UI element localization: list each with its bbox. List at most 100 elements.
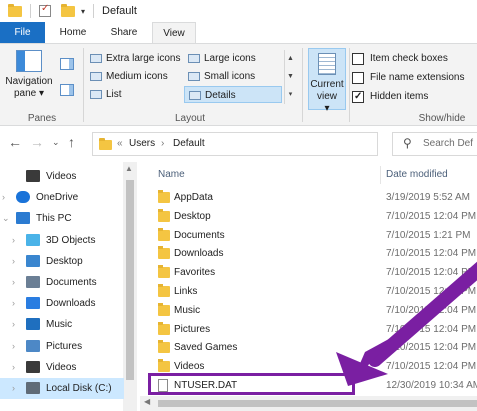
- file-name-extensions-checkbox[interactable]: [352, 72, 364, 84]
- nav-item[interactable]: › Desktop: [0, 251, 124, 272]
- nav-item[interactable]: › Music: [0, 314, 124, 335]
- file-row[interactable]: Desktop 7/10/2015 12:04 PM: [140, 207, 477, 226]
- nav-item[interactable]: › Local Disk (C:): [0, 378, 124, 399]
- nav-scrollbar[interactable]: ▲: [123, 162, 137, 411]
- nav-item-label: OneDrive: [36, 192, 79, 204]
- layout-medium-icons[interactable]: Medium icons: [86, 68, 168, 85]
- file-row[interactable]: Links 7/10/2015 12:04 PM: [140, 282, 477, 301]
- scrollbar-thumb[interactable]: [158, 400, 477, 407]
- tab-share[interactable]: Share: [100, 22, 148, 44]
- file-row[interactable]: Downloads 7/10/2015 12:04 PM: [140, 244, 477, 263]
- tab-view[interactable]: View: [152, 22, 196, 44]
- nav-item[interactable]: › Videos: [0, 357, 124, 378]
- breadcrumb-users[interactable]: Users: [129, 133, 155, 155]
- new-folder-icon[interactable]: [61, 4, 75, 17]
- scroll-left-icon[interactable]: ◀: [144, 397, 150, 406]
- nav-item-label: Pictures: [46, 340, 83, 352]
- layout-small-icons[interactable]: Small icons: [184, 68, 255, 85]
- nav-item[interactable]: › Pictures: [0, 336, 124, 357]
- chevron-icon[interactable]: ›: [12, 272, 15, 293]
- navigation-pane-button[interactable]: Navigation pane ▾: [4, 50, 54, 100]
- column-date-modified[interactable]: Date modified: [386, 164, 448, 186]
- chevron-icon[interactable]: ⌄: [2, 208, 10, 229]
- current-view-label: Current view: [310, 79, 344, 102]
- file-row[interactable]: AppData 3/19/2019 5:52 AM: [140, 188, 477, 207]
- divider: [83, 48, 84, 122]
- item-check-boxes-checkbox[interactable]: [352, 53, 364, 65]
- layout-extra-large-icons[interactable]: Extra large icons: [86, 50, 180, 67]
- chevron-icon[interactable]: ›: [12, 357, 15, 378]
- file-date-modified: 12/30/2019 10:34 AM: [386, 380, 477, 391]
- music-icon: [26, 318, 40, 331]
- chevron-icon[interactable]: ›: [2, 187, 5, 208]
- chevron-icon[interactable]: ›: [12, 230, 15, 251]
- chevron-icon[interactable]: ›: [12, 314, 15, 335]
- search-input[interactable]: ⚲ Search Def: [392, 132, 477, 156]
- chevron-icon[interactable]: ›: [12, 293, 15, 314]
- chevron-icon[interactable]: ›: [12, 378, 15, 399]
- file-row[interactable]: Documents 7/10/2015 1:21 PM: [140, 226, 477, 245]
- preview-pane-icon[interactable]: [60, 58, 74, 70]
- folder-icon: [158, 208, 170, 222]
- chevron-up-icon[interactable]: ▲: [285, 50, 296, 68]
- file-date-modified: 7/10/2015 12:04 PM: [386, 210, 477, 222]
- onedrive-icon: [16, 191, 30, 204]
- nav-item[interactable]: › 3D Objects: [0, 230, 124, 251]
- chevron-icon[interactable]: ›: [12, 251, 15, 272]
- file-row[interactable]: Saved Games 7/10/2015 12:04 PM: [140, 338, 477, 357]
- layout-list[interactable]: List: [86, 86, 122, 103]
- forward-arrow-icon[interactable]: →: [30, 134, 44, 150]
- file-name: Downloads: [174, 248, 224, 260]
- tab-file[interactable]: File: [0, 22, 45, 44]
- file-row[interactable]: Music 7/10/2015 12:04 PM: [140, 301, 477, 320]
- folder-icon: [158, 265, 170, 279]
- file-name: Pictures: [174, 323, 211, 335]
- layout-details[interactable]: Details: [184, 86, 282, 103]
- chevron-down-icon[interactable]: ▼: [285, 68, 296, 86]
- nav-item[interactable]: › Downloads: [0, 293, 124, 314]
- horizontal-scrollbar[interactable]: ◀: [140, 396, 477, 411]
- layout-large-icons[interactable]: Large icons: [184, 50, 256, 67]
- current-view-button[interactable]: Current view ▾: [308, 48, 346, 114]
- chevron-down-icon[interactable]: ⌄: [52, 137, 60, 148]
- details-pane-icon[interactable]: [60, 84, 74, 96]
- file-row[interactable]: Favorites 7/10/2015 12:04 PM: [140, 263, 477, 282]
- customize-toolbar-icon[interactable]: ▾: [81, 7, 85, 16]
- scrollbar-thumb[interactable]: [126, 180, 134, 380]
- back-arrow-icon[interactable]: ←: [8, 134, 22, 150]
- file-name: Desktop: [174, 210, 211, 222]
- nav-item[interactable]: ⌄ This PC: [0, 208, 124, 229]
- column-name[interactable]: Name: [158, 164, 185, 186]
- checkbox-label: File name extensions: [370, 72, 465, 83]
- properties-icon[interactable]: [39, 3, 53, 17]
- file-name: AppData: [174, 192, 213, 203]
- folder-icon: [158, 359, 170, 373]
- nav-item[interactable]: › Documents: [0, 272, 124, 293]
- scroll-up-icon[interactable]: ▲: [125, 164, 133, 173]
- item-check-boxes-option[interactable]: Item check boxes: [352, 52, 448, 66]
- tab-home[interactable]: Home: [50, 22, 96, 44]
- file-date-modified: 7/10/2015 12:04 PM: [386, 267, 477, 279]
- file-name: Music: [174, 304, 201, 316]
- file-name-extensions-option[interactable]: File name extensions: [352, 71, 465, 85]
- address-chevron[interactable]: «: [117, 133, 123, 155]
- expand-icon[interactable]: ▾: [285, 86, 296, 104]
- breadcrumb-default[interactable]: Default: [173, 133, 205, 155]
- chevron-icon[interactable]: ›: [12, 336, 15, 357]
- hidden-items-checkbox[interactable]: [352, 90, 364, 104]
- show-hide-group-label: Show/hide: [418, 113, 466, 124]
- address-input[interactable]: « Users › Default: [92, 132, 378, 156]
- file-row[interactable]: Pictures 7/10/2015 12:04 PM: [140, 320, 477, 339]
- nav-item[interactable]: Videos: [0, 166, 124, 187]
- this-pc-icon: [16, 212, 30, 225]
- up-arrow-icon[interactable]: ↑: [68, 134, 75, 150]
- breadcrumb-separator[interactable]: ›: [161, 133, 164, 155]
- hidden-items-option[interactable]: Hidden items: [352, 90, 428, 104]
- nav-item-label: Documents: [46, 277, 97, 288]
- layout-label: Small icons: [204, 71, 256, 82]
- folder-icon: [158, 227, 170, 241]
- layout-scroll[interactable]: ▲ ▼ ▾: [284, 50, 296, 104]
- nav-item[interactable]: › OneDrive: [0, 187, 124, 208]
- layout-label: Large icons: [204, 53, 256, 64]
- pictures-icon: [26, 339, 40, 352]
